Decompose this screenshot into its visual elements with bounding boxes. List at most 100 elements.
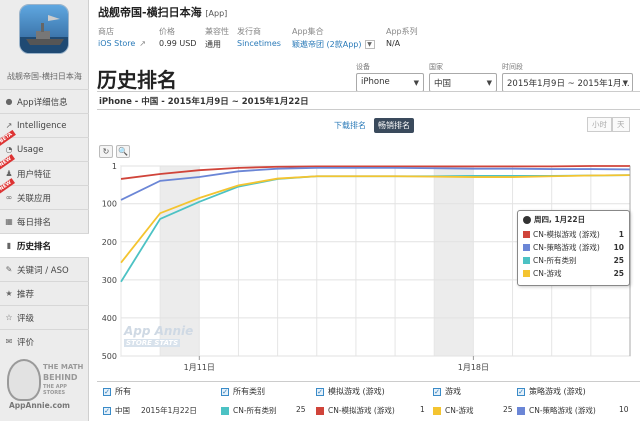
country-select[interactable]: 中国 ▼ bbox=[429, 73, 497, 92]
legend-item[interactable]: ✓ 模拟游戏 (游戏) bbox=[316, 386, 385, 397]
legend-label: 游戏 bbox=[445, 387, 461, 396]
sidebar-item-0[interactable]: ● App详细信息 bbox=[0, 89, 89, 113]
globe-icon bbox=[523, 215, 531, 224]
meta-value-text: Sincetimes bbox=[237, 39, 281, 48]
data-cell-name: CN-所有类别 bbox=[233, 406, 277, 415]
chart-tooltip: 周四, 1月22日 CN-模拟游戏 (游戏) 1 CN-策略游戏 (游戏) 10 CN-… bbox=[517, 210, 630, 286]
tooltip-series-value: 25 bbox=[613, 256, 624, 265]
checkbox-icon[interactable]: ✓ bbox=[103, 406, 111, 415]
legend-item[interactable]: ✓ 所有 bbox=[103, 386, 131, 397]
comment-icon: ✉ bbox=[5, 336, 13, 346]
sidebar-item-label: App详细信息 bbox=[17, 97, 68, 108]
sidebar-item-8[interactable]: ★ 推荐 bbox=[0, 281, 89, 305]
chevron-down-icon: ▼ bbox=[486, 79, 492, 87]
series-swatch bbox=[523, 270, 530, 277]
checkbox-icon[interactable]: ✓ bbox=[103, 387, 111, 396]
tooltip-row: CN-所有类别 25 bbox=[523, 254, 624, 267]
chevron-down-icon: ▼ bbox=[622, 79, 628, 87]
period-filter[interactable]: 时间段 2015年1月9日 ~ 2015年1月... ▼ bbox=[502, 62, 633, 92]
promo-line-3: THE APP STORES bbox=[43, 384, 67, 396]
calendar-icon: ▦ bbox=[5, 216, 13, 226]
data-cell: CN-游戏 bbox=[433, 405, 474, 416]
promo-url[interactable]: AppAnnie.com bbox=[9, 401, 70, 410]
page-title: 历史排名 bbox=[97, 68, 177, 92]
meta-key: 商店 bbox=[98, 27, 114, 36]
y-tick-label: 300 bbox=[102, 276, 117, 285]
external-link-icon[interactable]: ↗ bbox=[139, 39, 146, 48]
meta-value[interactable]: 颖遨帝团 (2款App) ▼ bbox=[292, 39, 375, 50]
meta-value[interactable]: Sincetimes bbox=[237, 39, 281, 48]
sidebar-item-5[interactable]: ▦ 每日排名 bbox=[0, 209, 89, 233]
series-swatch bbox=[433, 406, 441, 415]
legend-label: 所有 bbox=[115, 387, 131, 396]
meta-value: N/A bbox=[386, 39, 418, 48]
meta-key: 价格 bbox=[159, 27, 175, 36]
meta-value-text: 0.99 USD bbox=[159, 39, 197, 48]
tooltip-series-name: CN-模拟游戏 (游戏) bbox=[533, 230, 600, 239]
app-icon[interactable] bbox=[19, 4, 69, 54]
data-row-country[interactable]: ✓ 中国 bbox=[103, 405, 130, 416]
checkbox-icon[interactable]: ✓ bbox=[221, 387, 229, 396]
legend-item[interactable]: ✓ 所有类别 bbox=[221, 386, 265, 397]
meta-value: 0.99 USD bbox=[159, 39, 196, 48]
tooltip-row: CN-策略游戏 (游戏) 10 bbox=[523, 241, 624, 254]
reset-zoom-icon[interactable]: ↻ bbox=[99, 145, 113, 158]
data-cell-name: CN-模拟游戏 (游戏) bbox=[328, 406, 395, 415]
zoom-icon[interactable]: 🔍 bbox=[116, 145, 130, 158]
weekend-band bbox=[434, 166, 474, 356]
sidebar-item-10[interactable]: ✉ 评价 bbox=[0, 329, 89, 353]
x-tick-label: 1月11日 bbox=[184, 363, 215, 372]
period-select[interactable]: 2015年1月9日 ~ 2015年1月... ▼ bbox=[502, 73, 633, 92]
meta-key: 兼容性 bbox=[205, 27, 229, 36]
promo-banner[interactable]: THE MATH BEHIND THE APP STORES AppAnnie.… bbox=[5, 357, 85, 417]
series-legend: ✓ 所有 ✓ 所有类别 ✓ 模拟游戏 (游戏) ✓ 游戏 ✓ 策略游戏 (游戏) bbox=[103, 386, 640, 398]
sidebar-item-label: 推荐 bbox=[17, 289, 35, 300]
checkbox-icon[interactable]: ✓ bbox=[316, 387, 324, 396]
sidebar-item-7[interactable]: ✎ 关键词 / ASO bbox=[0, 257, 89, 281]
tab-1[interactable]: 畅销排名 bbox=[374, 118, 414, 133]
meta-value-text: iOS Store bbox=[98, 39, 136, 48]
series-swatch bbox=[316, 406, 324, 415]
meta-key: 发行商 bbox=[237, 27, 261, 36]
checkbox-icon[interactable]: ✓ bbox=[433, 387, 441, 396]
y-tick-label: 200 bbox=[102, 238, 117, 247]
device-select[interactable]: iPhone ▼ bbox=[356, 73, 424, 92]
app-title: 战舰帝国-横扫日本海 [App] bbox=[98, 4, 227, 20]
meta-value-text: 通用 bbox=[205, 40, 221, 49]
sidebar-item-4[interactable]: ∞ 关联应用 NEW bbox=[0, 178, 89, 209]
tab-0[interactable]: 下载排名 bbox=[330, 118, 370, 133]
x-tick-label: 1月18日 bbox=[458, 363, 489, 372]
robot-icon bbox=[7, 359, 41, 401]
series-swatch bbox=[523, 257, 530, 264]
usage-icon: ◔ bbox=[5, 144, 13, 154]
meta-value[interactable]: iOS Store ↗ bbox=[98, 39, 146, 48]
granularity-hour-button[interactable]: 小时 bbox=[587, 117, 612, 132]
sidebar-item-label: Intelligence bbox=[17, 120, 67, 131]
chart-tools: ↻ 🔍 bbox=[99, 145, 130, 158]
data-cell-value: 25 bbox=[296, 405, 306, 414]
app-name: 战舰帝国-横扫日本海 bbox=[98, 6, 202, 19]
chevron-down-icon[interactable]: ▼ bbox=[364, 40, 375, 49]
country-filter[interactable]: 国家 中国 ▼ bbox=[429, 62, 497, 92]
legend-item[interactable]: ✓ 游戏 bbox=[433, 386, 461, 397]
tooltip-row: CN-游戏 25 bbox=[523, 267, 624, 280]
meta-value: 通用 bbox=[205, 39, 229, 50]
sidebar-item-9[interactable]: ☆ 评级 bbox=[0, 305, 89, 329]
divider bbox=[97, 91, 640, 92]
legend-item[interactable]: ✓ 策略游戏 (游戏) bbox=[517, 386, 586, 397]
sidebar-item-6[interactable]: ▮ 历史排名 bbox=[0, 233, 90, 257]
meta-3: 发行商 Sincetimes bbox=[237, 26, 281, 48]
device-select-value: iPhone bbox=[361, 77, 390, 87]
watermark-line-1: App Annie bbox=[124, 324, 194, 338]
granularity-day-button[interactable]: 天 bbox=[612, 117, 630, 132]
tooltip-row: CN-模拟游戏 (游戏) 1 bbox=[523, 228, 624, 241]
tooltip-series-name: CN-游戏 bbox=[533, 269, 562, 278]
sidebar: 战舰帝国-横扫日本海 ● App详细信息 ↗ Intelligence ◔ Usage BE… bbox=[0, 0, 90, 421]
device-filter-label: 设备 bbox=[356, 63, 370, 71]
series-swatch bbox=[523, 231, 530, 238]
meta-5: App系列 N/A bbox=[386, 26, 418, 48]
period-filter-label: 时间段 bbox=[502, 63, 523, 71]
checkbox-icon[interactable]: ✓ bbox=[517, 387, 525, 396]
y-tick-label: 400 bbox=[102, 314, 117, 323]
device-filter[interactable]: 设备 iPhone ▼ bbox=[356, 62, 424, 92]
